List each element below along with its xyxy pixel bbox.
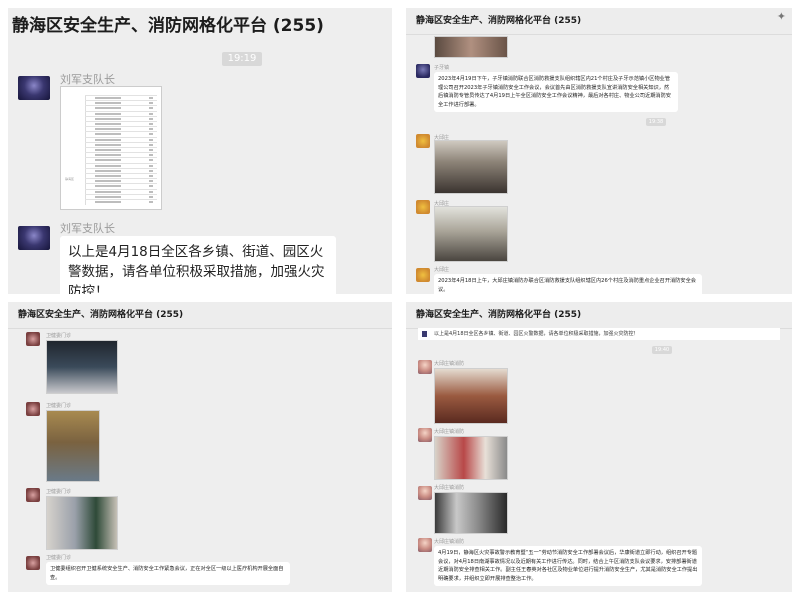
table-cell: [95, 180, 121, 183]
table-cell: [149, 138, 153, 141]
chat-title: 静海区安全生产、消防网格化平台 (255): [406, 8, 792, 35]
chat-title: 静海区安全生产、消防网格化平台 (255): [12, 16, 324, 36]
message-bubble[interactable]: 以上是4月18日全区各乡镇、街道、园区火警数据，请各单位积极采取措施，加强火灾防…: [60, 236, 336, 294]
timestamp: 19:40: [652, 346, 672, 354]
sender-name: 刘军支队长: [60, 73, 115, 86]
avatar[interactable]: [418, 538, 432, 552]
table-cell: [149, 107, 153, 110]
sender-name: 大邱庄镇消防: [434, 485, 465, 491]
inspection-photo[interactable]: [434, 436, 508, 480]
table-cell: [149, 143, 153, 146]
timestamp: 19:19: [222, 52, 262, 66]
table-cell: [95, 143, 121, 146]
table-cell: [149, 190, 153, 193]
sender-name: 大邱庄镇消防: [434, 361, 465, 367]
table-cell: [149, 117, 153, 120]
meeting-photo[interactable]: [434, 368, 508, 424]
avatar[interactable]: [26, 488, 40, 502]
table-cell: [149, 154, 153, 157]
table-row: [85, 199, 157, 205]
table-cell: [149, 164, 153, 167]
avatar[interactable]: [418, 428, 432, 442]
message-bubble[interactable]: 2023年4月18日上午，大邱庄镇消防办联合区消防救援支队组织辖区内26个村庄及…: [434, 274, 702, 294]
table-cell: [95, 128, 121, 131]
avatar: [422, 331, 427, 337]
table-cell: [95, 133, 121, 136]
sender-name: 卫健委门诊: [46, 489, 72, 495]
inspection-photo[interactable]: [46, 340, 118, 394]
chat-title: 静海区安全生产、消防网格化平台 (255): [406, 302, 792, 329]
table-cell: [149, 123, 153, 125]
avatar[interactable]: [26, 402, 40, 416]
sender-name: 大邱庄镇消防: [434, 429, 465, 435]
table-cell: [95, 164, 121, 167]
sender-name: 大邱庄: [434, 267, 450, 273]
table-cell: [95, 97, 121, 99]
message-bubble[interactable]: 卫健委组织召开卫健系统安全生产、消防安全工作紧急会议，正在对全区一级以上医疗机构…: [46, 562, 290, 585]
chat-panel-4: 静海区安全生产、消防网格化平台 (255) 以上是4月18日全区各乡镇、街道、园…: [406, 302, 792, 592]
table-cell: [95, 138, 121, 141]
chat-panel-3: 静海区安全生产、消防网格化平台 (255) 卫健委门诊 卫健委门诊 卫健委门诊 …: [8, 302, 392, 592]
table-cell: [95, 154, 121, 157]
table-cell: [95, 123, 121, 125]
table-cell: [149, 97, 153, 99]
sender-name: 卫健委门诊: [46, 403, 72, 409]
table-cell: [149, 201, 153, 203]
equipment-photo[interactable]: [46, 410, 100, 482]
sender-name: 大邱庄镇消防: [434, 539, 465, 545]
table-cell: [149, 195, 153, 198]
table-cell: [95, 102, 121, 105]
avatar[interactable]: [416, 134, 430, 148]
avatar[interactable]: [26, 556, 40, 570]
avatar[interactable]: [18, 226, 50, 250]
spreadsheet-image[interactable]: 静海区: [60, 86, 162, 210]
table-cell: [95, 107, 121, 110]
chat-panel-2: 静海区安全生产、消防网格化平台 (255) ✦ 子牙镇 2023年4月19日下午…: [406, 8, 792, 294]
inspection-photo[interactable]: [434, 492, 508, 534]
meeting-photo[interactable]: [434, 206, 508, 262]
table-cell: [95, 159, 121, 162]
sender-name: 子牙镇: [434, 65, 450, 71]
photo-partial[interactable]: [434, 36, 508, 58]
sender-name: 卫健委门诊: [46, 333, 72, 339]
table-cell: [149, 149, 153, 151]
sender-name: 刘军支队长: [60, 222, 115, 235]
table-cell: [149, 102, 153, 105]
avatar[interactable]: [416, 64, 430, 78]
avatar[interactable]: [416, 268, 430, 282]
table-cell: [149, 175, 153, 177]
table-cell: [95, 117, 121, 120]
table-cell: [149, 169, 153, 172]
message-bubble[interactable]: 2023年4月19日下午，子牙镇消防联合区消防救援支队组织辖区内21个村庄及子牙…: [434, 72, 678, 112]
message-bubble[interactable]: 4月19日，静海区火灾事故警示教育暨“五一”劳动节消防安全工作部署会议后，华康街…: [434, 546, 702, 586]
table-cell: [149, 180, 153, 183]
table-cell: [95, 112, 121, 115]
avatar[interactable]: [416, 200, 430, 214]
avatar[interactable]: [18, 76, 50, 100]
table-cell: [95, 201, 121, 203]
hallway-photo[interactable]: [46, 496, 118, 550]
table-cell: [95, 149, 121, 151]
sender-name: 卫健委门诊: [46, 555, 72, 561]
timestamp: 19:38: [646, 118, 666, 126]
table-cell: [149, 128, 153, 131]
chat-title: 静海区安全生产、消防网格化平台 (255): [8, 302, 392, 329]
table-cell: [95, 169, 121, 172]
meeting-photo[interactable]: [434, 140, 508, 194]
chat-panel-1: 静海区安全生产、消防网格化平台 (255) 19:19 刘军支队长 静海区 刘军…: [8, 8, 392, 294]
table-cell: [95, 175, 121, 177]
table-cell: [95, 195, 121, 198]
table-cell: [149, 159, 153, 162]
avatar[interactable]: [26, 332, 40, 346]
avatar[interactable]: [418, 486, 432, 500]
table-cell: [149, 112, 153, 115]
more-icon[interactable]: ✦: [777, 10, 786, 23]
table-cell: [95, 185, 121, 188]
table-cell: [95, 190, 121, 193]
doc-region-label: 静海区: [65, 177, 75, 181]
avatar[interactable]: [418, 360, 432, 374]
table-cell: [149, 185, 153, 188]
table-cell: [149, 133, 153, 136]
message-bubble[interactable]: 以上是4月18日全区各乡镇、街道、园区火警数据，请各单位积极采取措施，加强火灾防…: [418, 328, 780, 340]
